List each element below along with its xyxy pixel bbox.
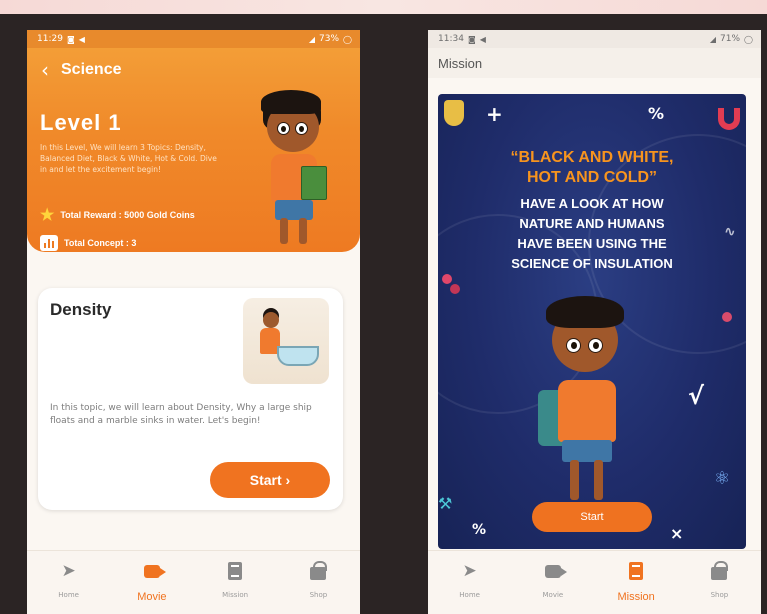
molecule-icon xyxy=(722,312,732,322)
flask-icon xyxy=(444,100,464,126)
battery-icon: ◯ xyxy=(343,34,352,44)
total-concept-text: Total Concept : 3 xyxy=(64,238,137,248)
percent-icon: % xyxy=(648,104,665,123)
lock-icon xyxy=(310,561,328,581)
percent-icon: % xyxy=(472,522,487,538)
subtitle-line: HAVE A LOOK AT HOW xyxy=(520,196,664,211)
topic-card-density[interactable]: Density In this topic, we will learn abo… xyxy=(38,288,343,510)
bottom-navigation: ➤ Home Movie Mission Shop xyxy=(428,550,761,614)
nav-movie[interactable]: Movie xyxy=(518,561,588,599)
mission-poster: + % √ ⚛ ∿ % × ⚒ “BLACK AND WHITE, HOT AN… xyxy=(438,94,746,549)
boy-illustration xyxy=(530,294,650,509)
nav-shop[interactable]: Shop xyxy=(684,561,754,599)
nav-home[interactable]: ➤ Home xyxy=(435,561,505,599)
status-bar: 11:29 ◙ ◀ ◢ 73% ◯ xyxy=(27,30,360,48)
topic-title: Density xyxy=(50,300,112,319)
headline-line: HOT AND COLD” xyxy=(526,169,658,186)
video-icon xyxy=(544,561,567,581)
total-concept: Total Concept : 3 xyxy=(40,235,136,251)
start-button[interactable]: Start › xyxy=(210,462,330,498)
left-phone-screen: 11:29 ◙ ◀ ◢ 73% ◯ ‹ Science Level 1 In t… xyxy=(27,30,360,614)
start-button[interactable]: Start xyxy=(532,502,652,532)
level-description: In this Level, We will learn 3 Topics: D… xyxy=(40,143,217,174)
nav-label: Mission xyxy=(617,591,655,603)
nav-label: Shop xyxy=(710,591,729,599)
magnet-icon xyxy=(718,108,740,130)
document-icon xyxy=(228,561,243,581)
signal-icon: ◢ xyxy=(308,34,316,44)
sqrt-icon: √ xyxy=(688,382,705,410)
battery-percent: 73% xyxy=(319,34,340,44)
molecule-icon xyxy=(442,274,452,284)
headline-line: “BLACK AND WHITE, xyxy=(510,149,674,166)
right-phone-screen: 11:34 ◙ ◀ ◢ 71% ◯ Mission + % √ ⚛ ∿ % × … xyxy=(428,30,761,614)
nav-shop[interactable]: Shop xyxy=(283,561,353,599)
nav-label: Shop xyxy=(309,591,328,599)
star-icon: ★ xyxy=(40,207,55,224)
battery-icon: ◯ xyxy=(744,34,753,44)
level-title: Level 1 xyxy=(40,110,122,135)
telegram-icon: ◀ xyxy=(78,34,85,44)
wrench-icon: ⚒ xyxy=(438,494,453,513)
nav-mission[interactable]: Mission xyxy=(200,561,270,599)
total-reward: ★ Total Reward : 5000 Gold Coins xyxy=(40,205,195,225)
nav-label: Movie xyxy=(542,591,564,599)
status-time: 11:34 xyxy=(438,34,464,44)
poster-headline: “BLACK AND WHITE, HOT AND COLD” xyxy=(438,148,746,188)
nav-label: Home xyxy=(58,591,79,599)
nav-label: Mission xyxy=(222,591,249,599)
subtitle-line: NATURE AND HUMANS xyxy=(519,216,665,231)
subtitle-line: SCIENCE OF INSULATION xyxy=(511,256,673,271)
bar-chart-icon xyxy=(40,235,58,251)
nav-movie[interactable]: Movie xyxy=(117,561,187,603)
nav-label: Movie xyxy=(137,591,167,603)
boy-illustration xyxy=(255,88,345,248)
video-icon xyxy=(143,561,166,581)
topic-description: In this topic, we will learn about Densi… xyxy=(50,403,312,426)
poster-subtitle: HAVE A LOOK AT HOW NATURE AND HUMANS HAV… xyxy=(438,194,746,274)
back-arrow-icon[interactable]: ‹ xyxy=(41,60,49,80)
plus-icon: + xyxy=(486,102,503,126)
top-nav: ‹ Science xyxy=(27,48,360,92)
level-header: 11:29 ◙ ◀ ◢ 73% ◯ ‹ Science Level 1 In t… xyxy=(27,30,360,252)
bottom-navigation: ➤ Home Movie Mission Shop xyxy=(27,550,360,614)
send-icon: ➤ xyxy=(462,561,477,581)
telegram-icon: ◀ xyxy=(479,34,486,44)
total-reward-text: Total Reward : 5000 Gold Coins xyxy=(60,210,195,220)
status-bar: 11:34 ◙ ◀ ◢ 71% ◯ xyxy=(428,30,761,48)
atom-icon: ⚛ xyxy=(714,468,731,489)
nav-mission[interactable]: Mission xyxy=(601,561,671,603)
battery-percent: 71% xyxy=(720,34,741,44)
document-icon xyxy=(629,561,644,581)
times-icon: × xyxy=(670,524,684,543)
notification-icon: ◙ xyxy=(66,34,75,44)
nav-label: Home xyxy=(459,591,480,599)
molecule-icon xyxy=(450,284,460,294)
topic-thumbnail xyxy=(243,298,329,384)
signal-icon: ◢ xyxy=(709,34,717,44)
send-icon: ➤ xyxy=(61,561,76,581)
lock-icon xyxy=(711,561,729,581)
nav-home[interactable]: ➤ Home xyxy=(34,561,104,599)
subtitle-line: HAVE BEEN USING THE xyxy=(517,236,667,251)
background-strip xyxy=(0,0,767,14)
nav-title: Science xyxy=(61,61,122,78)
status-time: 11:29 xyxy=(37,34,63,44)
page-title: Mission xyxy=(428,48,761,78)
notification-icon: ◙ xyxy=(467,34,476,44)
